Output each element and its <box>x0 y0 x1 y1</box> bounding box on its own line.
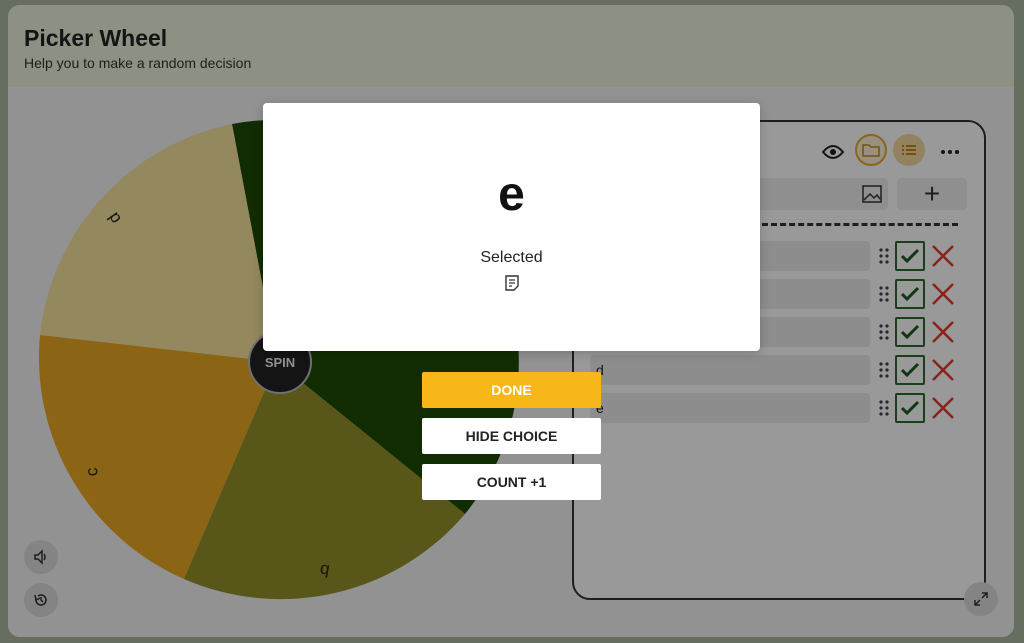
result-modal: e Selected <box>263 103 760 351</box>
selected-label: Selected <box>480 249 543 266</box>
note-icon[interactable] <box>505 275 519 291</box>
done-button[interactable]: DONE <box>422 372 601 408</box>
result-text: e <box>498 168 525 221</box>
count-plus-one-button[interactable]: COUNT +1 <box>422 464 601 500</box>
hide-choice-button[interactable]: HIDE CHOICE <box>422 418 601 454</box>
